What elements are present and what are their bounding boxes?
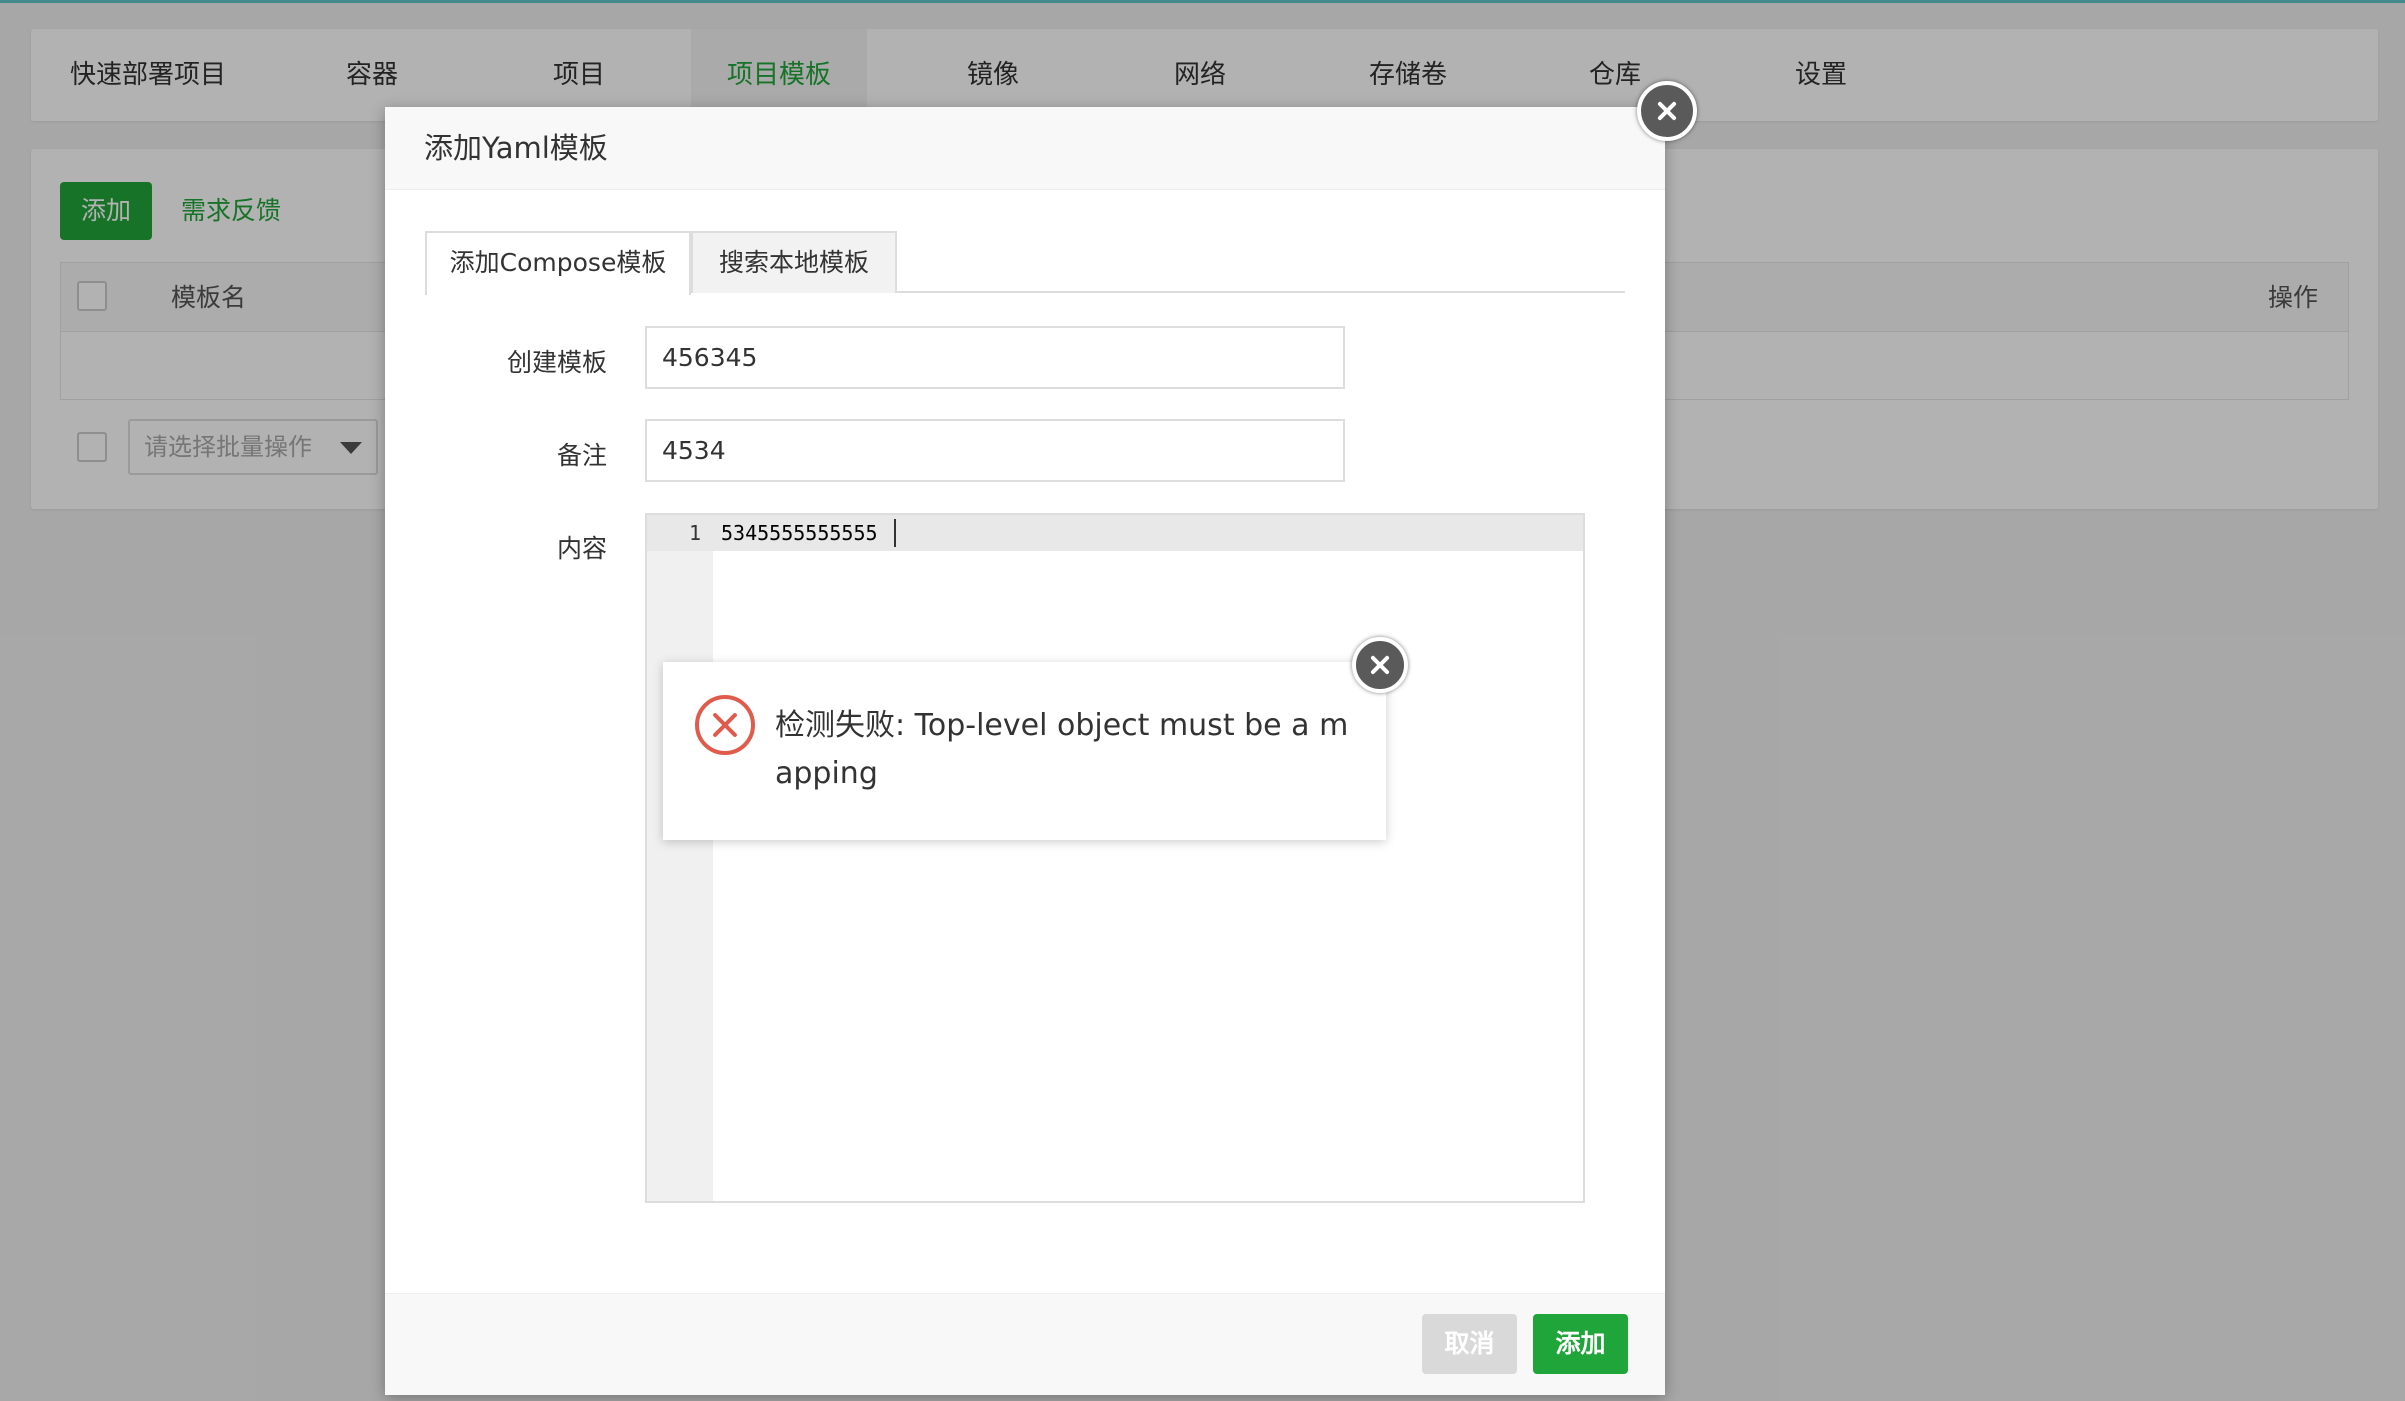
error-close-button[interactable]: [1352, 637, 1408, 693]
error-icon: [695, 695, 755, 755]
editor-line-number: 1: [688, 521, 701, 545]
editor-gutter: [647, 515, 713, 1201]
tab-add-compose-template[interactable]: 添加Compose模板: [425, 231, 691, 295]
template-name-input[interactable]: 456345: [645, 326, 1345, 389]
error-message-popup: 检测失败: Top-level object must be a mapping: [663, 662, 1386, 840]
remark-label: 备注: [556, 441, 607, 470]
editor-cursor: [894, 519, 896, 547]
content-label: 内容: [556, 534, 607, 563]
error-message-text: 检测失败: Top-level object must be a mapping: [775, 708, 1349, 791]
yaml-content-editor[interactable]: 1 5345555555555: [645, 513, 1585, 1203]
tab-search-local-template[interactable]: 搜索本地模板: [691, 231, 897, 293]
template-name-label: 创建模板: [506, 348, 607, 377]
dialog-close-button[interactable]: [1637, 81, 1697, 141]
remark-input[interactable]: 4534: [645, 419, 1345, 482]
dialog-title: 添加Yaml模板: [385, 107, 1665, 190]
page: 快速部署项目 容器 项目 项目模板 镜像 网络 存储卷 仓库 设置 添加 需求反…: [0, 0, 2405, 1401]
cancel-button[interactable]: 取消: [1422, 1314, 1517, 1374]
editor-code-line[interactable]: 5345555555555: [721, 515, 878, 551]
dialog-footer: 取消 添加: [385, 1293, 1665, 1395]
dialog-tabs: 添加Compose模板 搜索本地模板: [425, 231, 1625, 295]
submit-add-button[interactable]: 添加: [1533, 1314, 1628, 1374]
